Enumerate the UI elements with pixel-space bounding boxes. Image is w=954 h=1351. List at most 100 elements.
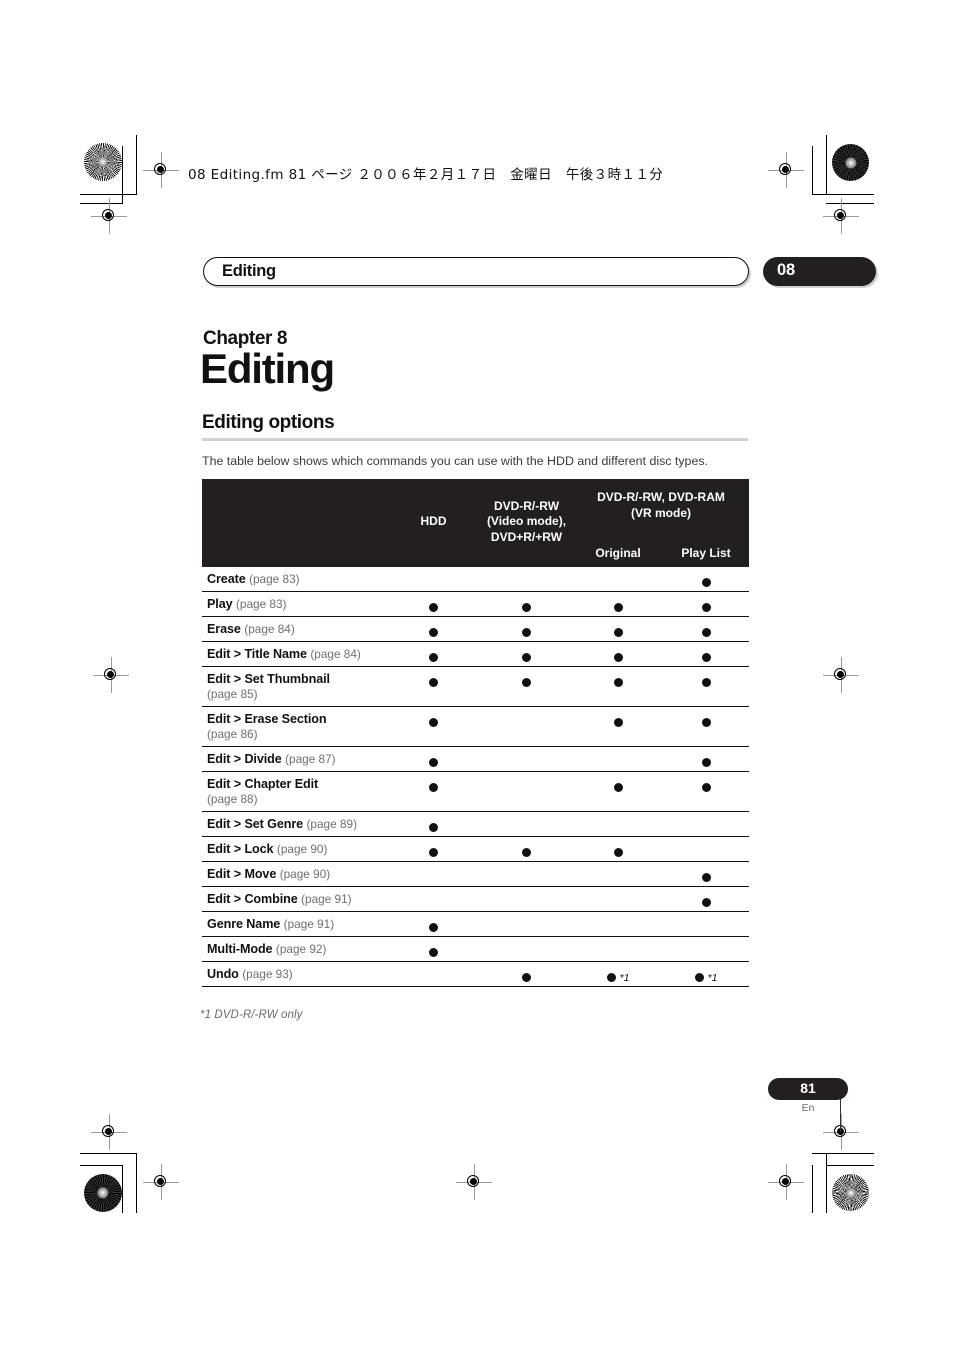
table-cell-command: Multi-Mode (page 92) xyxy=(202,936,387,962)
crop-mark-bottom-right-vertical-outer xyxy=(812,1165,814,1213)
availability-dot-icon xyxy=(701,653,711,663)
registration-mark-mid-right xyxy=(823,657,859,693)
command-name: Edit > Set Genre xyxy=(207,817,304,831)
table-cell-play-list xyxy=(663,746,749,772)
availability-dot-icon xyxy=(429,923,438,933)
table-cell-video-mode xyxy=(480,616,573,642)
table-cell-video-mode xyxy=(480,811,573,837)
table-row: Edit > Lock (page 90) xyxy=(202,836,749,862)
availability-dot-icon xyxy=(701,898,711,908)
table-body: Create (page 83) Play (page 83) Erase (pag… xyxy=(202,567,749,987)
table-row: Edit > Move (page 90) xyxy=(202,861,749,887)
crop-mark-bottom-right-horizontal xyxy=(812,1153,874,1155)
table-cell-play-list xyxy=(663,567,749,592)
table-cell-play-list xyxy=(663,836,749,862)
command-name: Edit > Lock xyxy=(207,842,274,856)
crop-mark-top-right-horizontal xyxy=(812,194,874,196)
crop-mark-top-right-vertical-outer xyxy=(812,146,814,194)
table-cell-video-mode xyxy=(480,861,573,887)
table-cell-hdd xyxy=(387,811,480,837)
command-page-reference: (page 93) xyxy=(242,967,293,981)
table-cell-play-list xyxy=(663,666,749,707)
color-calibration-target-bottom-right xyxy=(832,1174,869,1211)
table-cell-hdd xyxy=(387,936,480,962)
command-page-reference: (page 85) xyxy=(207,687,258,701)
table-row: Edit > Set Thumbnail (page 85) xyxy=(202,666,749,707)
page-language-label: En xyxy=(801,1102,815,1114)
registration-mark-bottom-left-right xyxy=(143,1164,179,1200)
table-cell-original xyxy=(573,567,663,592)
fm-source-header: 08 Editing.fm 81 ページ ２００６年２月１７日 金曜日 午後３時… xyxy=(188,167,664,183)
command-name: Multi-Mode xyxy=(207,942,273,956)
table-cell-original: *1 xyxy=(573,961,663,987)
table-cell-command: Undo (page 93) xyxy=(202,961,387,987)
table-cell-hdd xyxy=(387,666,480,707)
availability-dot-icon xyxy=(522,603,531,613)
table-cell-command: Edit > Combine (page 91) xyxy=(202,886,387,912)
table-header-video-mode: DVD-R/-RW (Video mode), DVD+R/+RW xyxy=(480,479,573,567)
table-cell-video-mode xyxy=(480,961,573,987)
table-header: HDD DVD-R/-RW (Video mode), DVD+R/+RW DV… xyxy=(202,479,749,567)
command-page-reference: (page 86) xyxy=(207,727,258,741)
table-cell-hdd xyxy=(387,886,480,912)
running-head-label: Editing xyxy=(222,262,276,280)
availability-dot-icon xyxy=(429,783,438,793)
table-row: Erase (page 84) xyxy=(202,616,749,642)
chapter-number-label: 08 xyxy=(777,261,795,279)
table-header-video-mode-line2: (Video mode), xyxy=(486,514,567,529)
command-page-reference: (page 87) xyxy=(285,752,336,766)
table-cell-original xyxy=(573,886,663,912)
command-page-reference: (page 90) xyxy=(276,842,328,856)
section-divider xyxy=(202,438,748,441)
table-cell-video-mode xyxy=(480,911,573,937)
table-cell-play-list xyxy=(663,706,749,747)
table-cell-command: Edit > Chapter Edit (page 88) xyxy=(202,771,387,812)
availability-dot-icon xyxy=(701,578,711,588)
availability-dot-icon xyxy=(613,603,623,613)
command-name: Edit > Move xyxy=(207,867,277,881)
registration-mark-top-right-lower xyxy=(823,198,859,234)
registration-mark-mid-left xyxy=(93,657,129,693)
table-row: Edit > Chapter Edit (page 88) xyxy=(202,771,749,812)
table-cell-play-list xyxy=(663,936,749,962)
running-head-bar: Editing xyxy=(203,257,749,286)
table-cell-video-mode xyxy=(480,836,573,862)
table-cell-hdd xyxy=(387,616,480,642)
table-cell-command: Edit > Erase Section (page 86) xyxy=(202,706,387,747)
command-page-reference: (page 83) xyxy=(249,572,300,586)
table-header-video-mode-line1: DVD-R/-RW xyxy=(493,498,560,513)
command-name: Edit > Erase Section xyxy=(207,712,327,726)
crop-mark-top-left-horizontal xyxy=(80,194,137,196)
table-cell-original xyxy=(573,936,663,962)
command-page-reference: (page 84) xyxy=(310,647,361,661)
registration-mark-bottom-right-left xyxy=(768,1164,804,1200)
table-cell-video-mode xyxy=(480,666,573,707)
table-header-vr-mode: DVD-R/-RW, DVD-RAM (VR mode) xyxy=(573,479,749,534)
table-cell-hdd xyxy=(387,961,480,987)
table-cell-hdd xyxy=(387,641,480,667)
availability-dot-icon xyxy=(701,628,711,638)
editing-options-table: HDD DVD-R/-RW (Video mode), DVD+R/+RW DV… xyxy=(202,479,749,987)
crop-mark-top-left-vertical-outer xyxy=(122,146,124,204)
registration-mark-bottom-left-upper xyxy=(91,1114,127,1150)
table-header-hdd: HDD xyxy=(387,479,480,567)
table-cell-play-list xyxy=(663,861,749,887)
command-name: Edit > Divide xyxy=(207,752,282,766)
availability-dot-icon xyxy=(429,718,438,728)
availability-dot-icon xyxy=(701,873,711,883)
table-row: Multi-Mode (page 92) xyxy=(202,936,749,962)
availability-dot-icon xyxy=(429,848,438,858)
table-cell-command: Genre Name (page 91) xyxy=(202,911,387,937)
command-page-reference: (page 89) xyxy=(306,817,358,831)
footnote-reference: *1 xyxy=(707,971,718,984)
color-calibration-target-top-left xyxy=(84,143,122,181)
table-cell-video-mode xyxy=(480,567,573,592)
availability-dot-icon xyxy=(606,973,616,983)
availability-dot-icon xyxy=(613,848,623,858)
page-number-label: 81 xyxy=(800,1080,816,1096)
table-header-original: Original xyxy=(573,534,663,567)
table-row: Create (page 83) xyxy=(202,567,749,592)
table-cell-play-list xyxy=(663,641,749,667)
table-cell-original xyxy=(573,911,663,937)
registration-mark-bottom-right-upper xyxy=(823,1114,859,1150)
